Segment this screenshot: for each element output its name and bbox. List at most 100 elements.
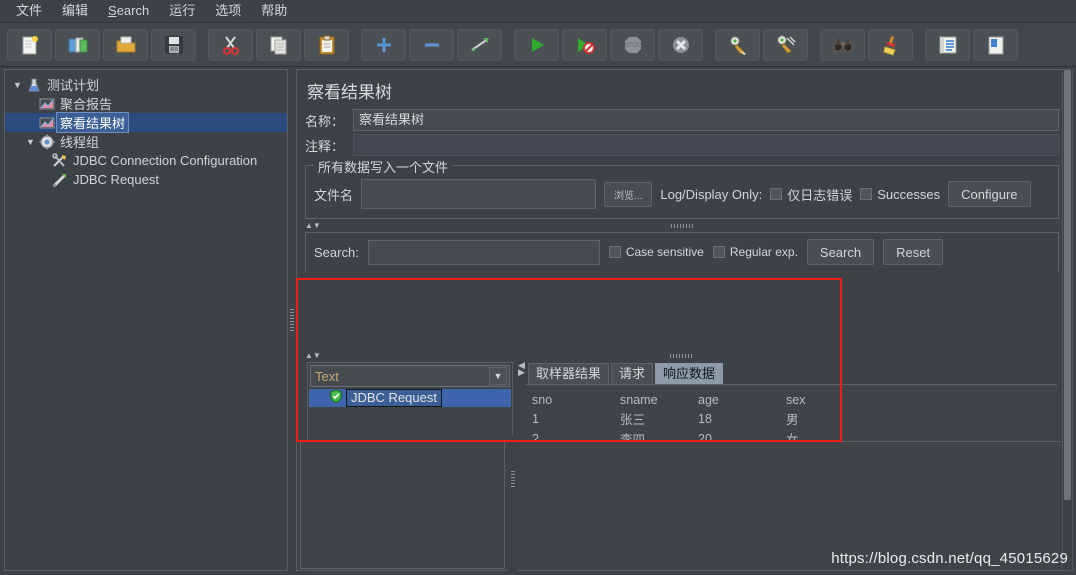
binoculars-search-icon xyxy=(832,34,854,56)
menu-item-search-mnemonic: S xyxy=(108,3,117,18)
successes-checkbox-wrap[interactable]: Successes xyxy=(860,187,940,202)
toolbar: STOP xyxy=(0,23,1076,67)
toolbar-find-button[interactable] xyxy=(820,28,865,61)
splitter-right-arrow-icon[interactable]: ▶ xyxy=(517,368,526,377)
menu-item-edit[interactable]: 编辑 xyxy=(52,1,98,21)
cell-sno: 1 xyxy=(532,411,539,426)
result-tree-item[interactable]: JDBC Request xyxy=(309,388,511,407)
toolbar-expand-button[interactable] xyxy=(361,28,406,61)
lower-split-handle[interactable]: ▲▼ xyxy=(305,351,1057,360)
listener-icon xyxy=(37,95,57,112)
split-collapse-arrows-icon[interactable]: ▲▼ xyxy=(305,351,321,360)
errors-only-checkbox[interactable] xyxy=(770,188,783,200)
split-grip-dots-icon xyxy=(670,354,692,358)
toolbar-open-button[interactable] xyxy=(103,28,148,61)
menu-bar: 文件 编辑 Search 运行 选项 帮助 xyxy=(0,0,1076,23)
menu-item-help[interactable]: 帮助 xyxy=(251,1,297,21)
tree-node-aggregate-report[interactable]: 聚合报告 xyxy=(5,94,287,113)
column-header-sno: sno xyxy=(532,392,553,407)
tree-node-label: 察看结果树 xyxy=(55,112,130,133)
tree-node-view-results-tree[interactable]: 察看结果树 xyxy=(5,112,287,133)
tab-sampler-result[interactable]: 取样器结果 xyxy=(528,363,610,384)
toolbar-copy-button[interactable] xyxy=(256,28,301,61)
successes-checkbox[interactable] xyxy=(860,188,873,200)
toolbar-collapse-button[interactable] xyxy=(409,28,454,61)
tree-node-test-plan[interactable]: ▼ 测试计划 xyxy=(5,75,287,94)
listener-icon xyxy=(37,114,57,131)
case-sensitive-checkbox[interactable] xyxy=(608,246,621,258)
toolbar-clear-all-button[interactable] xyxy=(763,28,808,61)
menu-item-file[interactable]: 文件 xyxy=(6,1,52,21)
search-button[interactable]: Search xyxy=(806,239,875,265)
results-splitter-bottom[interactable] xyxy=(508,435,518,571)
renderer-select[interactable]: Text ▼ xyxy=(310,365,510,387)
browse-button[interactable]: 浏览... xyxy=(604,181,653,207)
toolbar-reset-search-button[interactable] xyxy=(868,28,913,61)
main-splitter[interactable] xyxy=(288,69,296,571)
tree-node-label: JDBC Request xyxy=(73,172,159,187)
tree-node-jdbc-connection-configuration[interactable]: JDBC Connection Configuration xyxy=(5,151,287,170)
splitter-grip-icon xyxy=(511,471,515,489)
toolbar-shutdown-button xyxy=(658,28,703,61)
comment-label: 注释： xyxy=(305,138,345,154)
start-no-pauses-icon xyxy=(574,34,596,56)
errors-only-label: 仅日志错误 xyxy=(787,187,853,203)
tree-node-jdbc-request[interactable]: JDBC Request xyxy=(5,170,287,189)
log-display-only-label: Log/Display Only: xyxy=(660,186,763,202)
toolbar-templates-button[interactable] xyxy=(55,28,100,61)
filename-input[interactable] xyxy=(361,179,597,209)
results-tree-pane-bottom xyxy=(300,441,505,569)
toolbar-cut-button[interactable] xyxy=(208,28,253,61)
toolbar-new-button[interactable] xyxy=(7,28,52,61)
tab-request[interactable]: 请求 xyxy=(611,363,654,384)
search-bar: Search: Case sensitive Regular exp. Sear… xyxy=(305,232,1059,271)
menu-item-options[interactable]: 选项 xyxy=(205,1,251,21)
toolbar-function-helper-button[interactable] xyxy=(925,28,970,61)
clear-icon xyxy=(727,34,749,56)
tree-node-thread-group[interactable]: ▼ 线程组 xyxy=(5,132,287,151)
cell-sex: 男 xyxy=(786,413,799,427)
toolbar-separator-5 xyxy=(811,29,817,61)
configure-button[interactable]: Configure xyxy=(948,181,1031,207)
case-sensitive-checkbox-wrap[interactable]: Case sensitive xyxy=(608,245,704,259)
clear-all-icon xyxy=(775,34,797,56)
comment-input[interactable] xyxy=(353,134,1059,156)
chevron-down-icon[interactable]: ▼ xyxy=(489,367,507,385)
toolbar-save-button[interactable] xyxy=(151,28,196,61)
toolbar-separator-1 xyxy=(199,29,205,61)
search-input[interactable] xyxy=(367,239,600,265)
right-panel-scrollbar[interactable] xyxy=(1062,69,1073,571)
menu-item-search-rest: earch xyxy=(116,3,150,18)
tree-twisty-icon[interactable]: ▼ xyxy=(11,80,24,90)
errors-only-checkbox-wrap[interactable]: 仅日志错误 xyxy=(770,185,852,204)
reset-button[interactable]: Reset xyxy=(883,239,944,265)
name-input[interactable]: 察看结果树 xyxy=(353,109,1059,131)
regular-exp-checkbox[interactable] xyxy=(712,246,725,258)
toolbar-paste-button[interactable] xyxy=(304,28,349,61)
config-element-icon xyxy=(50,152,70,169)
toolbar-start-no-pauses-button[interactable] xyxy=(562,28,607,61)
upper-split-handle[interactable]: ▲▼ xyxy=(305,221,1059,230)
collapse-minus-icon xyxy=(421,34,443,56)
successes-label: Successes xyxy=(877,186,941,202)
filename-label: 文件名 xyxy=(314,187,354,203)
renderer-select-value: Text xyxy=(315,368,339,384)
menu-item-search[interactable]: Search xyxy=(98,1,159,21)
search-label: Search: xyxy=(314,244,359,260)
toolbar-toggle-button[interactable] xyxy=(457,28,502,61)
toolbar-start-button[interactable] xyxy=(514,28,559,61)
tree-twisty-icon[interactable]: ▼ xyxy=(24,137,37,147)
column-header-sname: sname xyxy=(620,392,658,407)
tab-response-data[interactable]: 响应数据 xyxy=(655,363,724,384)
split-collapse-arrows-icon[interactable]: ▲▼ xyxy=(305,221,321,230)
toolbar-help-button[interactable] xyxy=(973,28,1018,61)
toolbar-clear-button[interactable] xyxy=(715,28,760,61)
menu-item-run[interactable]: 运行 xyxy=(159,1,205,21)
start-icon xyxy=(526,34,548,56)
regular-exp-checkbox-wrap[interactable]: Regular exp. xyxy=(712,245,798,259)
tree-node-label: JDBC Connection Configuration xyxy=(73,153,258,168)
regular-exp-label: Regular exp. xyxy=(729,245,798,259)
tree-node-label: 线程组 xyxy=(60,135,100,150)
scrollbar-thumb[interactable] xyxy=(1064,70,1071,500)
new-icon xyxy=(19,34,41,56)
